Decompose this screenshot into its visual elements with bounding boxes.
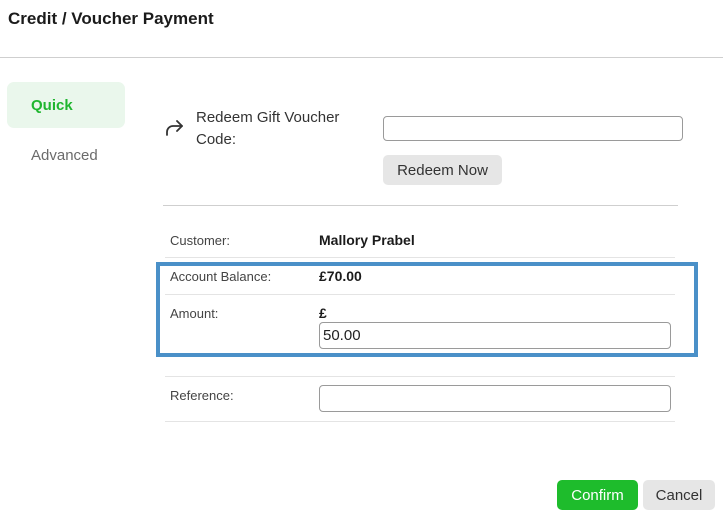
reference-input[interactable] — [319, 385, 671, 412]
amount-input[interactable]: 50.00 — [319, 322, 671, 349]
dialog-header: Credit / Voucher Payment — [0, 0, 723, 58]
page-title: Credit / Voucher Payment — [8, 9, 214, 28]
reference-label: Reference: — [170, 388, 234, 403]
confirm-button[interactable]: Confirm — [557, 480, 638, 510]
tab-advanced-label: Advanced — [31, 146, 98, 164]
tab-advanced[interactable]: Advanced — [7, 133, 125, 177]
customer-value: Mallory Prabel — [319, 232, 415, 248]
amount-currency-symbol: £ — [319, 305, 327, 321]
voucher-code-input[interactable] — [383, 116, 683, 141]
cancel-button[interactable]: Cancel — [643, 480, 715, 510]
amount-label: Amount: — [170, 306, 219, 321]
tab-quick[interactable]: Quick — [7, 82, 125, 128]
row-divider — [165, 421, 675, 422]
row-divider — [165, 294, 675, 295]
account-balance-label: Account Balance: — [170, 269, 272, 284]
section-divider — [163, 205, 678, 206]
row-divider — [165, 376, 675, 377]
redeem-voucher-label: Redeem Gift Voucher Code: — [196, 109, 340, 148]
customer-label: Customer: — [170, 233, 230, 248]
account-balance-value: £70.00 — [319, 268, 362, 284]
row-divider — [165, 257, 675, 258]
redeem-now-button[interactable]: Redeem Now — [383, 155, 502, 185]
tab-quick-label: Quick — [31, 96, 73, 114]
redo-arrow-icon — [166, 120, 183, 136]
